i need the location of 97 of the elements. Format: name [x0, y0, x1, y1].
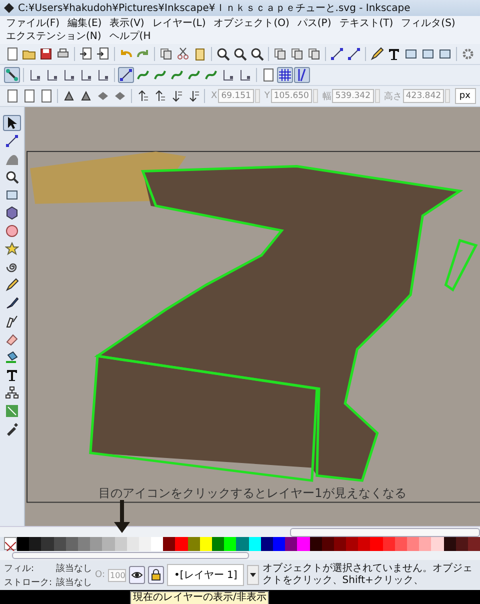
text-icon[interactable]: [386, 46, 402, 62]
scissors-icon[interactable]: [175, 46, 191, 62]
color-swatch[interactable]: [419, 537, 432, 551]
color-swatch[interactable]: [114, 537, 127, 551]
color-swatch[interactable]: [66, 537, 78, 551]
status-message: オブジェクトが選択されていません。オブジェクトをクリック、Shift+クリック、: [262, 563, 474, 587]
color-swatch[interactable]: [236, 537, 249, 551]
color-swatch[interactable]: [54, 537, 66, 551]
node-line-icon[interactable]: [118, 67, 134, 83]
menu-item[interactable]: ヘルプ(H: [109, 30, 151, 43]
node-line-icon[interactable]: [346, 46, 362, 62]
color-swatch[interactable]: [260, 537, 273, 551]
star-icon[interactable]: [3, 241, 21, 257]
stroke-label: ストローク:: [4, 576, 52, 588]
color-swatch[interactable]: [322, 537, 334, 551]
gear-icon[interactable]: [460, 46, 476, 62]
color-swatch[interactable]: [407, 537, 420, 551]
menu-item[interactable]: レイヤー(L): [152, 17, 206, 30]
dropdown-caret-icon[interactable]: [247, 565, 260, 585]
pointer-icon[interactable]: [3, 115, 21, 131]
menu-item[interactable]: 編集(E): [68, 17, 102, 30]
color-swatch[interactable]: [90, 537, 102, 551]
snap-icon[interactable]: [4, 67, 20, 83]
color-swatch[interactable]: [444, 537, 456, 551]
color-swatch[interactable]: [102, 537, 114, 551]
color-swatch[interactable]: [272, 537, 286, 551]
circle-icon[interactable]: [3, 223, 21, 239]
color-swatch[interactable]: [200, 537, 212, 551]
color-swatch[interactable]: [126, 537, 139, 551]
node-line-icon[interactable]: [3, 133, 21, 149]
color-swatch[interactable]: [431, 537, 444, 551]
document-arrow-icon[interactable]: [78, 46, 94, 62]
field-label: 幅: [322, 90, 332, 102]
no-color-swatch[interactable]: [4, 537, 17, 550]
copy-icon[interactable]: [272, 46, 288, 62]
zoom-icon[interactable]: [249, 46, 265, 62]
scrollbar-thumb[interactable]: [12, 552, 249, 559]
color-swatch[interactable]: [175, 537, 188, 551]
color-swatch[interactable]: [248, 537, 261, 551]
color-swatch[interactable]: [456, 537, 468, 551]
caption-text: 目のアイコンをクリックするとレイヤー1が見えなくなる: [98, 485, 408, 502]
color-swatch[interactable]: [297, 537, 310, 551]
color-swatch[interactable]: [310, 537, 322, 551]
color-swatch[interactable]: [358, 537, 370, 551]
zoom-icon[interactable]: [215, 46, 231, 62]
scrollbar-thumb[interactable]: [290, 528, 480, 537]
node-line-icon[interactable]: [329, 46, 345, 62]
pencil-icon[interactable]: [369, 46, 385, 62]
menu-item[interactable]: エクステンション(N): [6, 30, 102, 43]
stroke-value: 該当なし: [56, 576, 92, 588]
color-swatch[interactable]: [163, 537, 176, 551]
menu-item[interactable]: テキスト(T): [339, 17, 394, 30]
lock-icon[interactable]: [148, 566, 164, 584]
connector-icon[interactable]: [3, 385, 21, 401]
color-swatch[interactable]: [346, 537, 358, 551]
guide-icon[interactable]: [294, 67, 310, 83]
document-arrow-icon[interactable]: [95, 46, 111, 62]
color-swatch[interactable]: [285, 537, 298, 551]
unit-dropdown[interactable]: px: [455, 88, 476, 104]
color-swatch[interactable]: [29, 537, 42, 551]
window-title: C:¥Users¥hakudoh¥Pictures¥Inkscape¥Ｉｎｋｓｃａｐｅチューと.svg - Inkscape: [18, 2, 410, 15]
pointer-arrow: [114, 500, 130, 533]
floppy-icon[interactable]: [38, 46, 54, 62]
color-swatch[interactable]: [382, 537, 395, 551]
field-label: X: [211, 91, 218, 101]
color-swatch[interactable]: [334, 537, 346, 551]
color-swatch[interactable]: [394, 537, 407, 551]
eye-icon[interactable]: [129, 566, 146, 584]
color-swatch[interactable]: [78, 537, 90, 551]
field-label: Y: [264, 91, 270, 101]
app-logo-icon: [4, 3, 14, 13]
fill-value: 該当なし: [56, 562, 92, 574]
copy-icon[interactable]: [289, 46, 305, 62]
menu-item[interactable]: 表示(V): [110, 17, 144, 30]
zoom-icon[interactable]: [232, 46, 248, 62]
color-swatch[interactable]: [151, 537, 164, 551]
color-swatch[interactable]: [188, 537, 200, 551]
pencil-icon[interactable]: [3, 277, 21, 293]
opacity-label: O:: [95, 570, 106, 580]
color-swatch[interactable]: [138, 537, 152, 551]
color-swatch[interactable]: [370, 537, 383, 551]
tooltip: 現在のレイヤーの表示/非表示: [130, 591, 270, 604]
color-swatch[interactable]: [468, 537, 480, 551]
color-swatch[interactable]: [212, 537, 224, 551]
color-swatch[interactable]: [41, 537, 54, 551]
menu-item[interactable]: ファイル(F): [6, 17, 60, 30]
color-swatch[interactable]: [224, 537, 236, 551]
fill-label: フィル:: [4, 562, 36, 574]
copy-icon[interactable]: [306, 46, 322, 62]
menu-item[interactable]: オブジェクト(O): [214, 17, 290, 30]
menu-item[interactable]: パス(P): [297, 17, 332, 30]
copy-icon[interactable]: [158, 46, 174, 62]
color-swatch[interactable]: [17, 537, 30, 551]
menu-item[interactable]: フィルタ(S): [401, 17, 456, 30]
grid-icon[interactable]: [277, 67, 293, 83]
field-label: 高さ: [384, 90, 402, 102]
layer-dropdown[interactable]: •[レイヤー 1]: [167, 564, 244, 586]
